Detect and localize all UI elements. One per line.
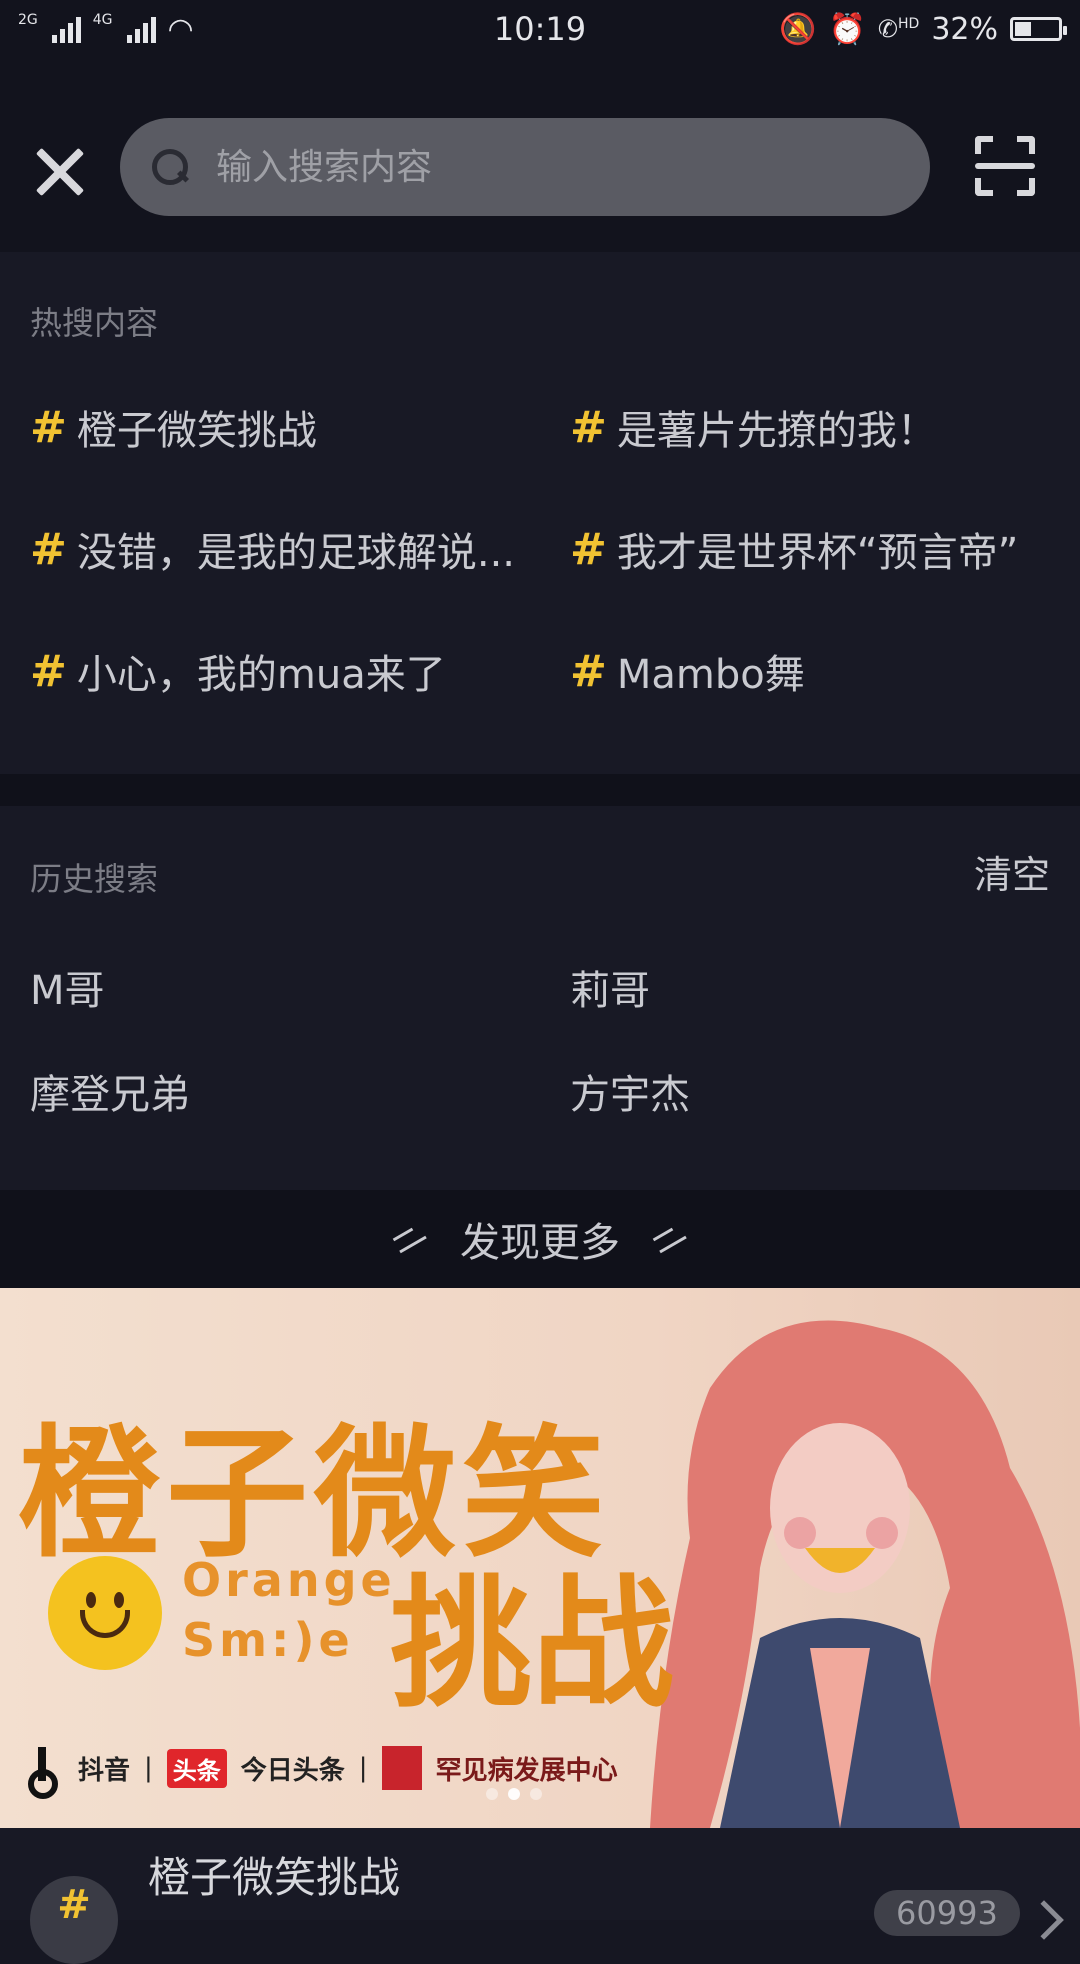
- history-item[interactable]: 摩登兄弟: [30, 1062, 190, 1120]
- banner-subtitle: 挑战: [390, 1562, 674, 1727]
- banner-english: Orange Sm:)e: [182, 1550, 396, 1670]
- history-item[interactable]: M哥: [30, 958, 105, 1016]
- divider: |: [358, 1753, 368, 1783]
- topic-row[interactable]: # 橙子微笑挑战 60993: [0, 1828, 1080, 1964]
- hashtag-icon: #: [57, 1882, 91, 1928]
- hashtag-icon: #: [570, 401, 607, 453]
- search-header: [0, 58, 1080, 252]
- status-time: 10:19: [493, 10, 587, 48]
- promo-banner[interactable]: 橙子微笑 Orange Sm:)e 挑战 抖音 | 头条 今日头条 | 罕见病发…: [0, 1288, 1080, 1828]
- carousel-dot-active[interactable]: [508, 1788, 520, 1800]
- discover-more-label: 发现更多: [460, 1220, 620, 1266]
- douyin-label: 抖音: [78, 1755, 131, 1786]
- section-divider: [0, 774, 1080, 806]
- banner-english-line1: Orange: [182, 1553, 396, 1607]
- hashtag-icon: #: [30, 645, 67, 697]
- hot-search-item[interactable]: # 小心，我的mua来了: [30, 642, 446, 700]
- chevron-right-icon: [1024, 1900, 1064, 1940]
- status-bar: 2G 4G ◠ 10:19 🔕 ⏰ ✆HD 32%: [0, 0, 1080, 58]
- double-slash-icon: [392, 1227, 428, 1251]
- history-title: 历史搜索: [30, 860, 159, 898]
- banner-english-line2: Sm:)e: [182, 1613, 354, 1667]
- girl-illustration: [650, 1320, 1080, 1828]
- search-bar[interactable]: [120, 118, 930, 216]
- hot-search-item[interactable]: # 我才是世界杯“预言帝”: [570, 520, 1018, 578]
- divider: |: [144, 1753, 153, 1783]
- topic-title: 橙子微笑挑战: [148, 1853, 401, 1902]
- search-icon: [150, 147, 190, 187]
- partner-logos: 抖音 | 头条 今日头条 | 罕见病发展中心: [28, 1746, 618, 1799]
- hashtag-icon: #: [30, 401, 67, 453]
- toutiao-label: 今日头条: [240, 1755, 345, 1786]
- rare-disease-logo-icon: [381, 1746, 422, 1790]
- hashtag-icon: #: [570, 523, 607, 575]
- rare-disease-label: 罕见病发展中心: [435, 1755, 618, 1786]
- history-section: 历史搜索 清空 M哥 莉哥 摩登兄弟 方宇杰: [0, 806, 1080, 1190]
- topic-avatar: #: [30, 1876, 118, 1964]
- history-item[interactable]: 方宇杰: [570, 1062, 690, 1120]
- hot-search-label: Mambo舞: [616, 652, 805, 698]
- toutiao-badge: 头条: [166, 1748, 227, 1788]
- hot-search-item[interactable]: # 橙子微笑挑战: [30, 398, 317, 456]
- hot-search-label: 没错，是我的足球解说...: [76, 530, 516, 576]
- hot-search-label: 我才是世界杯“预言帝”: [616, 530, 1019, 576]
- search-input[interactable]: [214, 145, 854, 189]
- hot-search-section: 热搜内容 # 橙子微笑挑战 # 是薯片先撩的我！ # 没错，是我的足球解说...…: [0, 252, 1080, 774]
- close-icon[interactable]: [33, 145, 87, 199]
- discover-more[interactable]: 发现更多: [0, 1190, 1080, 1288]
- scan-icon[interactable]: [975, 136, 1035, 196]
- hot-search-item[interactable]: # 没错，是我的足球解说...: [30, 520, 515, 578]
- hashtag-icon: #: [30, 523, 67, 575]
- history-item[interactable]: 莉哥: [570, 958, 650, 1016]
- carousel-dots: [486, 1788, 542, 1800]
- hashtag-icon: #: [570, 645, 607, 697]
- double-slash-icon: [652, 1227, 688, 1251]
- battery-icon: [1010, 17, 1067, 41]
- carousel-dot[interactable]: [486, 1788, 498, 1800]
- hot-search-item[interactable]: # 是薯片先撩的我！: [570, 398, 937, 456]
- douyin-logo-icon: [28, 1747, 64, 1799]
- carousel-dot[interactable]: [530, 1788, 542, 1800]
- hot-search-label: 小心，我的mua来了: [76, 652, 446, 698]
- hot-search-title: 热搜内容: [30, 304, 159, 342]
- hot-search-label: 橙子微笑挑战: [76, 408, 317, 454]
- hot-search-item[interactable]: # Mambo舞: [570, 642, 805, 700]
- orange-smile-icon: [48, 1556, 162, 1670]
- hot-search-label: 是薯片先撩的我！: [616, 408, 937, 454]
- topic-count-badge: 60993: [874, 1890, 1020, 1936]
- clear-history-button[interactable]: 清空: [974, 844, 1050, 899]
